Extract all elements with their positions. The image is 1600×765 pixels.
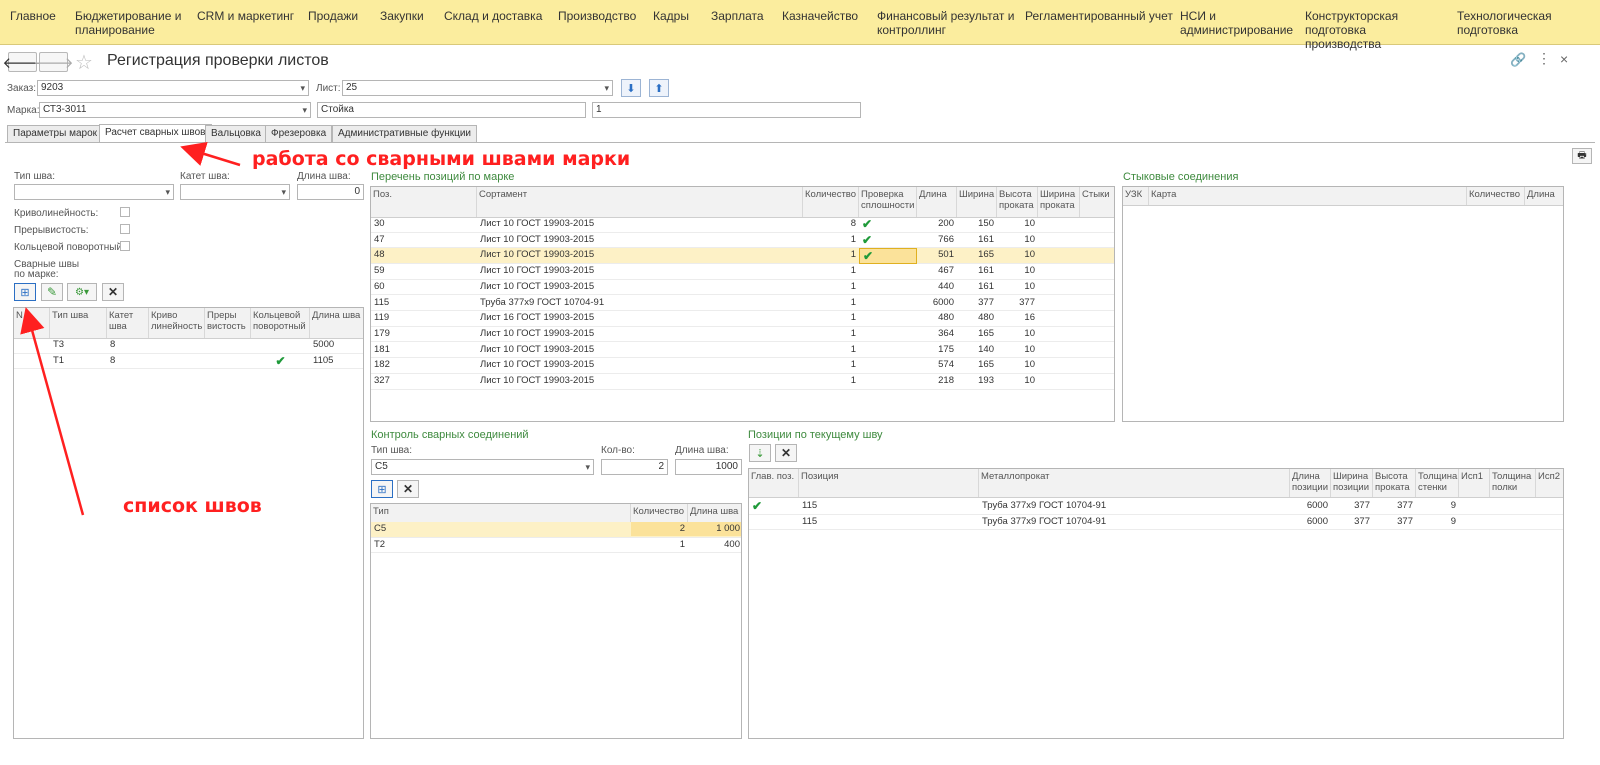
annotation-arrows [20, 141, 241, 516]
annotation-arrow-tab [180, 141, 241, 167]
annotation-arrow-list [20, 307, 85, 516]
annotation-list: список швов [123, 495, 262, 517]
annotation-welds: работа со сварными швами марки [252, 148, 631, 170]
